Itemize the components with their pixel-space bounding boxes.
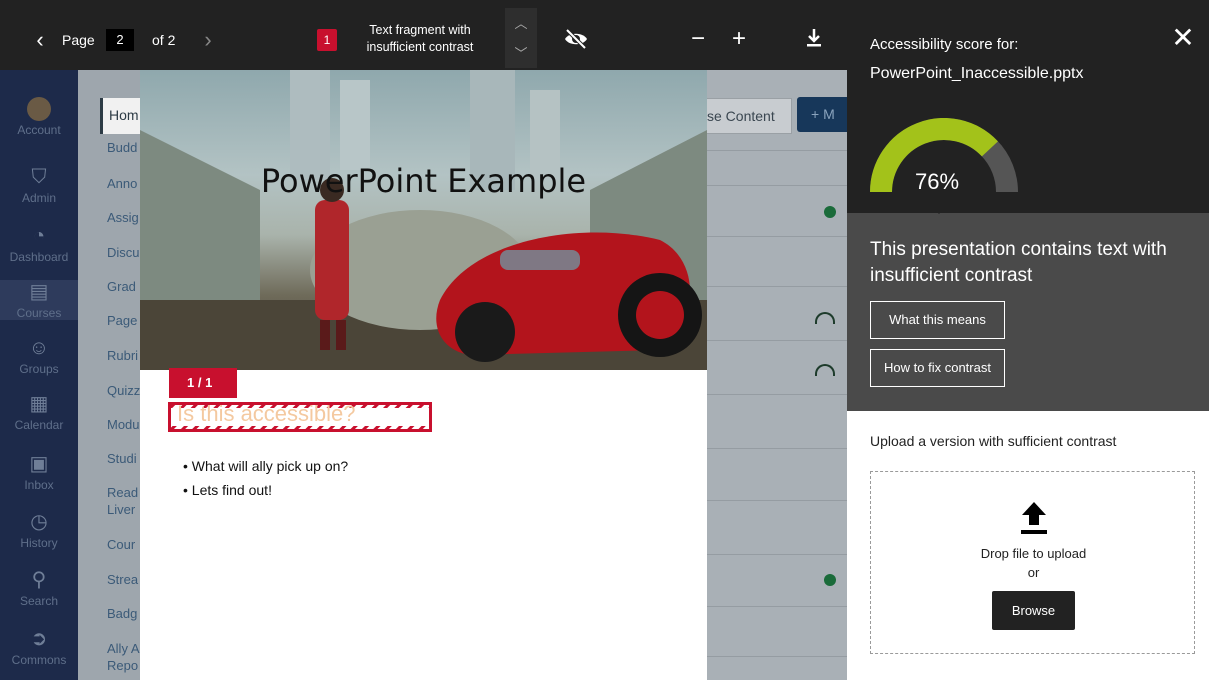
row-divider bbox=[705, 606, 847, 607]
upload-icon bbox=[1021, 502, 1047, 534]
row-divider bbox=[705, 286, 847, 287]
file-dropzone[interactable]: Drop file to upload or Browse bbox=[870, 471, 1195, 654]
gnav-dashboard[interactable]: ◔ Dashboard bbox=[0, 224, 78, 264]
search-icon: ⚲ bbox=[31, 569, 47, 591]
inbox-icon: ▣ bbox=[29, 453, 49, 475]
chevron-up-icon[interactable]: ︿ bbox=[511, 14, 531, 34]
bullet-item: • Lets find out! bbox=[183, 482, 272, 498]
gnav-admin[interactable]: ⛉ Admin bbox=[0, 165, 78, 205]
home-label: Hom bbox=[109, 107, 139, 123]
commons-icon: ➲ bbox=[30, 628, 48, 650]
gnav-commons[interactable]: ➲ Commons bbox=[0, 627, 78, 667]
gnav-history[interactable]: ◷ History bbox=[0, 510, 78, 550]
issue-count-badge: 1 bbox=[317, 29, 337, 51]
gnav-label: Calendar bbox=[14, 418, 64, 432]
close-icon[interactable]: ✕ bbox=[1169, 24, 1197, 52]
gnav-inbox[interactable]: ▣ Inbox bbox=[0, 452, 78, 492]
global-navigation: Account ⛉ Admin ◔ Dashboard ▤ Courses ☺ … bbox=[0, 0, 78, 680]
zoom-in-icon[interactable]: + bbox=[727, 24, 751, 54]
row-divider bbox=[705, 448, 847, 449]
course-navigation: Budd Anno Assig Discu Grad Page Rubri Qu… bbox=[78, 70, 148, 680]
gnav-label: Dashboard bbox=[9, 250, 69, 264]
slide-title: PowerPoint Example bbox=[260, 162, 587, 200]
gnav-search[interactable]: ⚲ Search bbox=[0, 568, 78, 608]
gnav-label: History bbox=[20, 536, 58, 550]
clock-icon: ◷ bbox=[30, 511, 48, 533]
issue-label-line: insufficient contrast bbox=[366, 40, 474, 54]
eye-off-icon[interactable] bbox=[562, 26, 590, 54]
gnav-account[interactable]: Account bbox=[0, 97, 78, 137]
drop-text: Drop file to upload bbox=[980, 546, 1087, 561]
viewer-toolbar: ‹ Page 2 of 2 › 1 Text fragment with ins… bbox=[0, 0, 847, 70]
gnav-label: Account bbox=[17, 123, 61, 137]
gnav-label: Inbox bbox=[24, 478, 54, 492]
issue-label: Text fragment with insufficient contrast bbox=[350, 22, 490, 56]
score-label: Accessibility score for: bbox=[870, 36, 1019, 53]
row-divider bbox=[705, 656, 847, 657]
chevron-down-icon[interactable]: ﹀ bbox=[511, 44, 531, 64]
bullet-item: • What will ally pick up on? bbox=[183, 458, 349, 474]
book-icon: ▤ bbox=[29, 281, 49, 303]
row-divider bbox=[705, 340, 847, 341]
chevron-left-icon[interactable]: ‹ bbox=[30, 25, 50, 55]
gnav-label: Commons bbox=[11, 653, 67, 667]
lms-button[interactable]: se Content bbox=[705, 98, 792, 134]
what-this-means-button[interactable]: What this means bbox=[870, 301, 1005, 339]
gnav-courses[interactable]: ▤ Courses bbox=[0, 280, 78, 320]
gnav-label: Courses bbox=[16, 306, 62, 320]
row-divider bbox=[705, 236, 847, 237]
groups-icon: ☺ bbox=[28, 337, 50, 359]
issue-description: This presentation contains text with ins… bbox=[870, 239, 1167, 286]
issue-stepper: ︿ ﹀ bbox=[505, 8, 537, 68]
accessibility-panel: Accessibility score for: PowerPoint_Inac… bbox=[847, 0, 1209, 680]
upload-title: Upload a version with sufficient contras… bbox=[870, 433, 1117, 449]
row-divider bbox=[705, 500, 847, 501]
issue-label-line: Text fragment with bbox=[369, 23, 471, 37]
download-icon[interactable] bbox=[804, 28, 824, 50]
gnav-label: Admin bbox=[21, 191, 56, 205]
gnav-label: Search bbox=[19, 594, 59, 608]
lms-add-button[interactable]: + M bbox=[797, 97, 847, 132]
file-name: PowerPoint_Inaccessible.pptx bbox=[870, 65, 1084, 82]
low-contrast-text: Is this accessible? bbox=[177, 401, 356, 426]
score-value: 76% bbox=[915, 169, 960, 194]
calendar-icon: ▦ bbox=[29, 393, 49, 415]
avatar bbox=[27, 97, 51, 121]
page-label: Page bbox=[62, 32, 95, 48]
page-number-input[interactable]: 2 bbox=[106, 29, 134, 51]
check-icon bbox=[824, 574, 836, 586]
slide-tag: 1 / 1 bbox=[169, 368, 237, 398]
lms-button-label: se Content bbox=[707, 108, 775, 124]
page-total: of 2 bbox=[152, 32, 176, 48]
contrast-issue-highlight[interactable]: Is this accessible? bbox=[168, 401, 432, 432]
gnav-calendar[interactable]: ▦ Calendar bbox=[0, 392, 78, 432]
slide-image: PowerPoint Example bbox=[140, 70, 707, 370]
row-divider bbox=[705, 554, 847, 555]
document-viewer: PowerPoint Example 1 / 1 Is this accessi… bbox=[140, 70, 707, 680]
row-divider bbox=[705, 150, 847, 151]
dashboard-icon: ◔ bbox=[32, 225, 46, 247]
gnav-label: Groups bbox=[19, 362, 59, 376]
zoom-out-icon[interactable]: − bbox=[686, 24, 710, 54]
how-to-fix-button[interactable]: How to fix contrast bbox=[870, 349, 1005, 387]
chevron-right-icon[interactable]: › bbox=[198, 25, 218, 55]
row-divider bbox=[705, 185, 847, 186]
gnav-groups[interactable]: ☺ Groups bbox=[0, 336, 78, 376]
or-text: or bbox=[1027, 565, 1040, 580]
panel-notch bbox=[927, 202, 951, 214]
lms-add-label: + M bbox=[811, 106, 835, 122]
shield-icon: ⛉ bbox=[31, 166, 47, 188]
panel-header: Accessibility score for: PowerPoint_Inac… bbox=[847, 0, 1209, 213]
browse-button[interactable]: Browse bbox=[992, 591, 1075, 630]
check-icon bbox=[824, 206, 836, 218]
row-divider bbox=[705, 394, 847, 395]
